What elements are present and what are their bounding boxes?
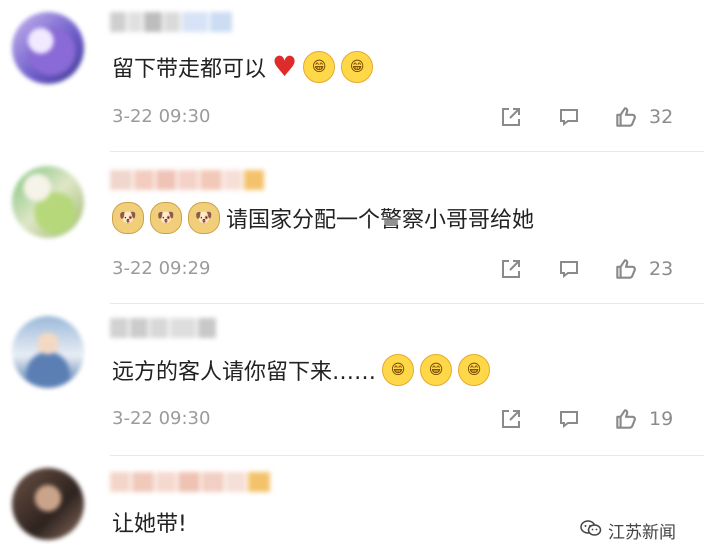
thumbs-up-icon[interactable] (613, 406, 639, 432)
doge-emoji: 🐶 (112, 202, 144, 234)
username-blurred[interactable] (110, 472, 270, 492)
watermark-label: 江苏新闻 (608, 523, 676, 543)
grin-emoji: 😁 (341, 50, 374, 83)
comment-text-row: 留下带走都可以 ♥ 😁 😁 (112, 50, 374, 83)
comment-text-row: 🐶 🐶 🐶 请国家分配一个警察小哥哥给她 (112, 202, 534, 234)
comment-text: 留下带走都可以 (112, 56, 267, 82)
comment-text: 远方的客人请你留下来…… (112, 360, 377, 385)
grin-emoji: 😁 (382, 354, 415, 386)
grin-emoji: 😁 (458, 354, 491, 386)
comment-time: 3-22 09:30 (112, 408, 211, 429)
comment-actions: 23 (498, 254, 694, 284)
like-count: 32 (649, 106, 674, 128)
comment-time: 3-22 09:29 (112, 258, 211, 279)
like-count: 19 (649, 408, 674, 430)
comment-item: 留下带走都可以 ♥ 😁 😁 3-22 09:30 32 (0, 0, 704, 152)
doge-emoji: 🐶 (150, 202, 182, 234)
watermark: 江苏新闻 (580, 518, 676, 543)
username-blurred[interactable] (110, 12, 232, 32)
avatar[interactable] (12, 12, 84, 84)
comment-text-row: 让她带! (112, 506, 187, 538)
share-icon[interactable] (498, 256, 524, 282)
username-blurred[interactable] (110, 318, 216, 338)
share-icon[interactable] (498, 406, 524, 432)
avatar[interactable] (12, 468, 84, 540)
comment-item: 远方的客人请你留下来…… 😁 😁 😁 3-22 09:30 19 (0, 304, 704, 456)
comment-item: 🐶 🐶 🐶 请国家分配一个警察小哥哥给她 3-22 09:29 23 (0, 152, 704, 304)
comment-text-row: 远方的客人请你留下来…… 😁 😁 😁 (112, 354, 491, 386)
avatar[interactable] (12, 316, 84, 388)
heart-emoji: ♥ (272, 50, 298, 83)
wechat-icon (580, 519, 602, 542)
thumbs-up-icon[interactable] (613, 104, 639, 130)
username-blurred[interactable] (110, 170, 264, 190)
comment-icon[interactable] (556, 104, 582, 130)
doge-emoji: 🐶 (188, 202, 220, 234)
comment-icon[interactable] (556, 256, 582, 282)
comment-text: 让她带! (112, 512, 187, 537)
grin-emoji: 😁 (303, 50, 336, 83)
comment-actions: 19 (498, 404, 694, 434)
grin-emoji: 😁 (420, 354, 453, 386)
thumbs-up-icon[interactable] (613, 256, 639, 282)
comment-icon[interactable] (556, 406, 582, 432)
comment-actions: 32 (498, 102, 694, 132)
avatar[interactable] (12, 166, 84, 238)
like-count: 23 (649, 258, 674, 280)
comment-text: 请国家分配一个警察小哥哥给她 (226, 208, 535, 233)
share-icon[interactable] (498, 104, 524, 130)
comment-time: 3-22 09:30 (112, 106, 211, 127)
